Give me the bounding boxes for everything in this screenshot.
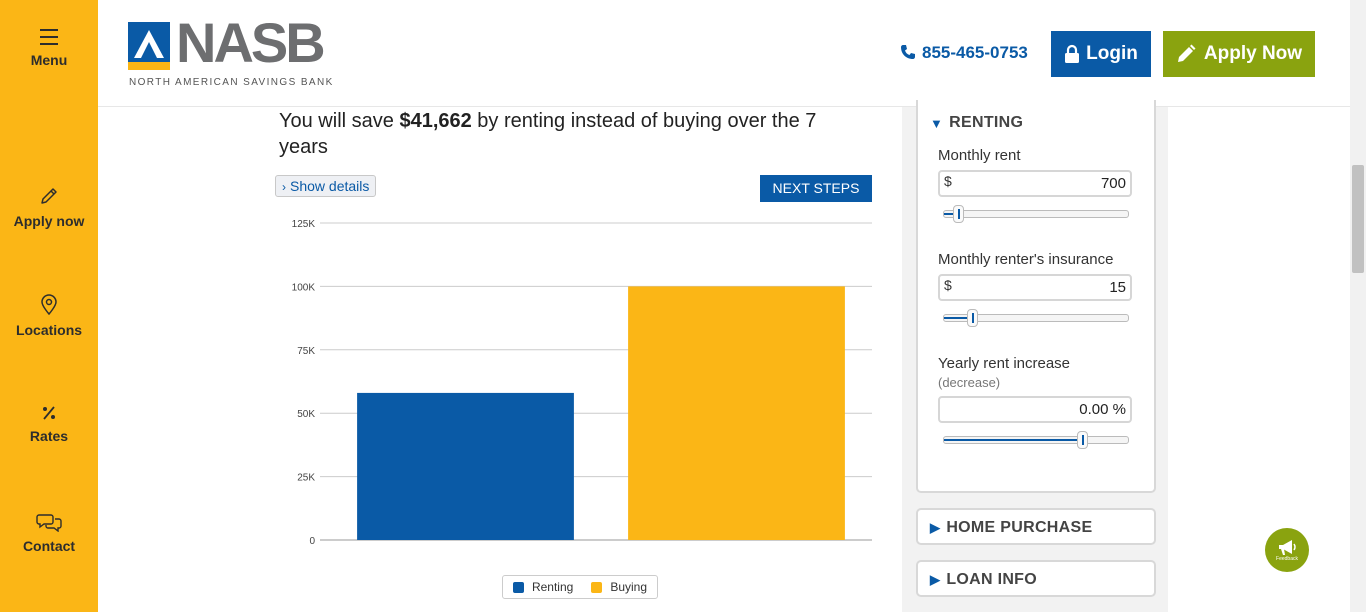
- renting-panel: ▼ RENTING Monthly rent $ 700 Monthly ren…: [916, 100, 1156, 493]
- legend-swatch-buying: [591, 581, 603, 593]
- monthly-rent-label: Monthly rent: [938, 147, 1021, 164]
- apply-now-button[interactable]: Apply Now: [1163, 31, 1315, 77]
- home-purchase-title: HOME PURCHASE: [946, 519, 1093, 536]
- y-tick-label: 75K: [297, 346, 315, 357]
- monthly-rent-slider[interactable]: [943, 205, 1129, 223]
- hamburger-icon: [40, 29, 58, 45]
- yearly-rent-increase-input[interactable]: 0.00 %: [938, 396, 1132, 423]
- triangle-right-icon: ▶: [930, 572, 941, 587]
- slider-thumb[interactable]: [966, 309, 978, 327]
- rates-nav-item[interactable]: Rates: [0, 404, 98, 444]
- renters-insurance-slider[interactable]: [943, 309, 1129, 327]
- y-tick-label: 125K: [292, 219, 316, 230]
- next-steps-button[interactable]: NEXT STEPS: [760, 175, 872, 202]
- rates-nav-label: Rates: [29, 428, 69, 444]
- map-pin-icon: [41, 294, 57, 316]
- percent-icon: [43, 406, 55, 420]
- pencil-icon: [41, 188, 57, 204]
- y-tick-label: 100K: [292, 282, 316, 293]
- chevron-right-icon: ›: [282, 180, 286, 194]
- yearly-rent-increase-sublabel: (decrease): [938, 375, 1001, 390]
- locations-nav-item[interactable]: Locations: [0, 294, 98, 338]
- show-details-label: Show details: [290, 178, 370, 194]
- home-purchase-panel[interactable]: ▶ HOME PURCHASE: [916, 508, 1156, 545]
- legend-swatch-renting: [512, 581, 524, 593]
- renters-insurance-value: 15: [1109, 279, 1126, 296]
- side-nav: Menu Apply now Locations Rates Contact: [0, 0, 98, 612]
- page-scrollbar-thumb[interactable]: [1352, 165, 1364, 273]
- renters-insurance-label: Monthly renter's insurance: [938, 251, 1114, 268]
- legend-label-renting: Renting: [531, 580, 574, 594]
- bar-renting: [357, 392, 574, 540]
- triangle-right-icon: ▶: [930, 520, 941, 535]
- dollar-prefix: $: [944, 173, 952, 189]
- legend-label-buying: Buying: [610, 580, 648, 594]
- megaphone-icon: [1279, 540, 1296, 555]
- savings-headline: You will save $41,662 by renting instead…: [279, 108, 869, 160]
- loan-info-title: LOAN INFO: [946, 571, 1038, 588]
- renters-insurance-input[interactable]: $ 15: [938, 274, 1132, 301]
- feedback-label: Feedback: [1276, 556, 1298, 562]
- chart-legend: Renting Buying: [502, 575, 658, 599]
- renting-panel-title: RENTING: [949, 114, 1024, 131]
- page: Menu Apply now Locations Rates Contact N…: [0, 0, 1366, 612]
- y-tick-label: 0: [309, 536, 315, 547]
- lock-icon: [1065, 44, 1080, 63]
- phone-number: 855-465-0753: [922, 43, 1028, 62]
- monthly-rent-value: 700: [1100, 175, 1126, 192]
- nasb-logo[interactable]: NASB NORTH AMERICAN SAVINGS BANK: [128, 15, 343, 90]
- triangle-down-icon: ▼: [930, 115, 944, 131]
- logo-subtitle: NORTH AMERICAN SAVINGS BANK: [129, 77, 334, 88]
- yearly-rent-increase-label: Yearly rent increase: [938, 355, 1071, 372]
- slider-thumb[interactable]: [952, 205, 964, 223]
- apply-now-label: Apply Now: [1203, 43, 1303, 64]
- page-scrollbar-track[interactable]: [1350, 0, 1366, 612]
- slider-thumb[interactable]: [1077, 431, 1088, 449]
- chat-bubbles-icon: [36, 514, 62, 532]
- y-tick-label: 50K: [297, 409, 315, 420]
- login-button[interactable]: Login: [1051, 31, 1151, 77]
- pencil-icon: [1177, 44, 1196, 62]
- locations-nav-label: Locations: [15, 322, 83, 338]
- legend-item-renting[interactable]: Renting: [512, 580, 574, 594]
- phone-link[interactable]: 855-465-0753: [900, 43, 1028, 63]
- feedback-button[interactable]: Feedback: [1265, 528, 1309, 572]
- logo-mark-icon: [128, 22, 170, 70]
- menu-button[interactable]: Menu: [0, 28, 98, 68]
- y-tick-label: 25K: [297, 473, 315, 484]
- phone-icon: [901, 45, 915, 59]
- yearly-rent-increase-value: 0.00 %: [1079, 401, 1126, 418]
- apply-now-nav-item[interactable]: Apply now: [0, 185, 98, 229]
- menu-label: Menu: [30, 52, 68, 68]
- logo-wordmark: NASB: [176, 11, 326, 74]
- savings-amount: $41,662: [399, 110, 472, 132]
- loan-info-panel[interactable]: ▶ LOAN INFO: [916, 560, 1156, 597]
- renting-panel-header[interactable]: ▼ RENTING: [930, 114, 1023, 132]
- contact-nav-label: Contact: [22, 538, 76, 554]
- apply-now-nav-label: Apply now: [13, 213, 85, 229]
- headline-prefix: You will save: [279, 110, 400, 132]
- monthly-rent-input[interactable]: $ 700: [938, 170, 1132, 197]
- loan-info-panel-header[interactable]: ▶ LOAN INFO: [930, 571, 1037, 589]
- legend-item-buying[interactable]: Buying: [591, 580, 647, 594]
- slider-fill: [944, 439, 1083, 441]
- rent-vs-buy-chart: 0 25K 50K 75K 100K 125K: [292, 219, 872, 547]
- login-label: Login: [1086, 43, 1138, 64]
- dollar-prefix: $: [944, 277, 952, 293]
- bar-buying: [628, 286, 845, 540]
- show-details-toggle[interactable]: › Show details: [275, 175, 377, 197]
- site-header: NASB NORTH AMERICAN SAVINGS BANK 855-465…: [98, 0, 1350, 107]
- home-purchase-panel-header[interactable]: ▶ HOME PURCHASE: [930, 519, 1092, 537]
- yearly-rent-increase-slider[interactable]: [943, 431, 1129, 449]
- contact-nav-item[interactable]: Contact: [0, 512, 98, 554]
